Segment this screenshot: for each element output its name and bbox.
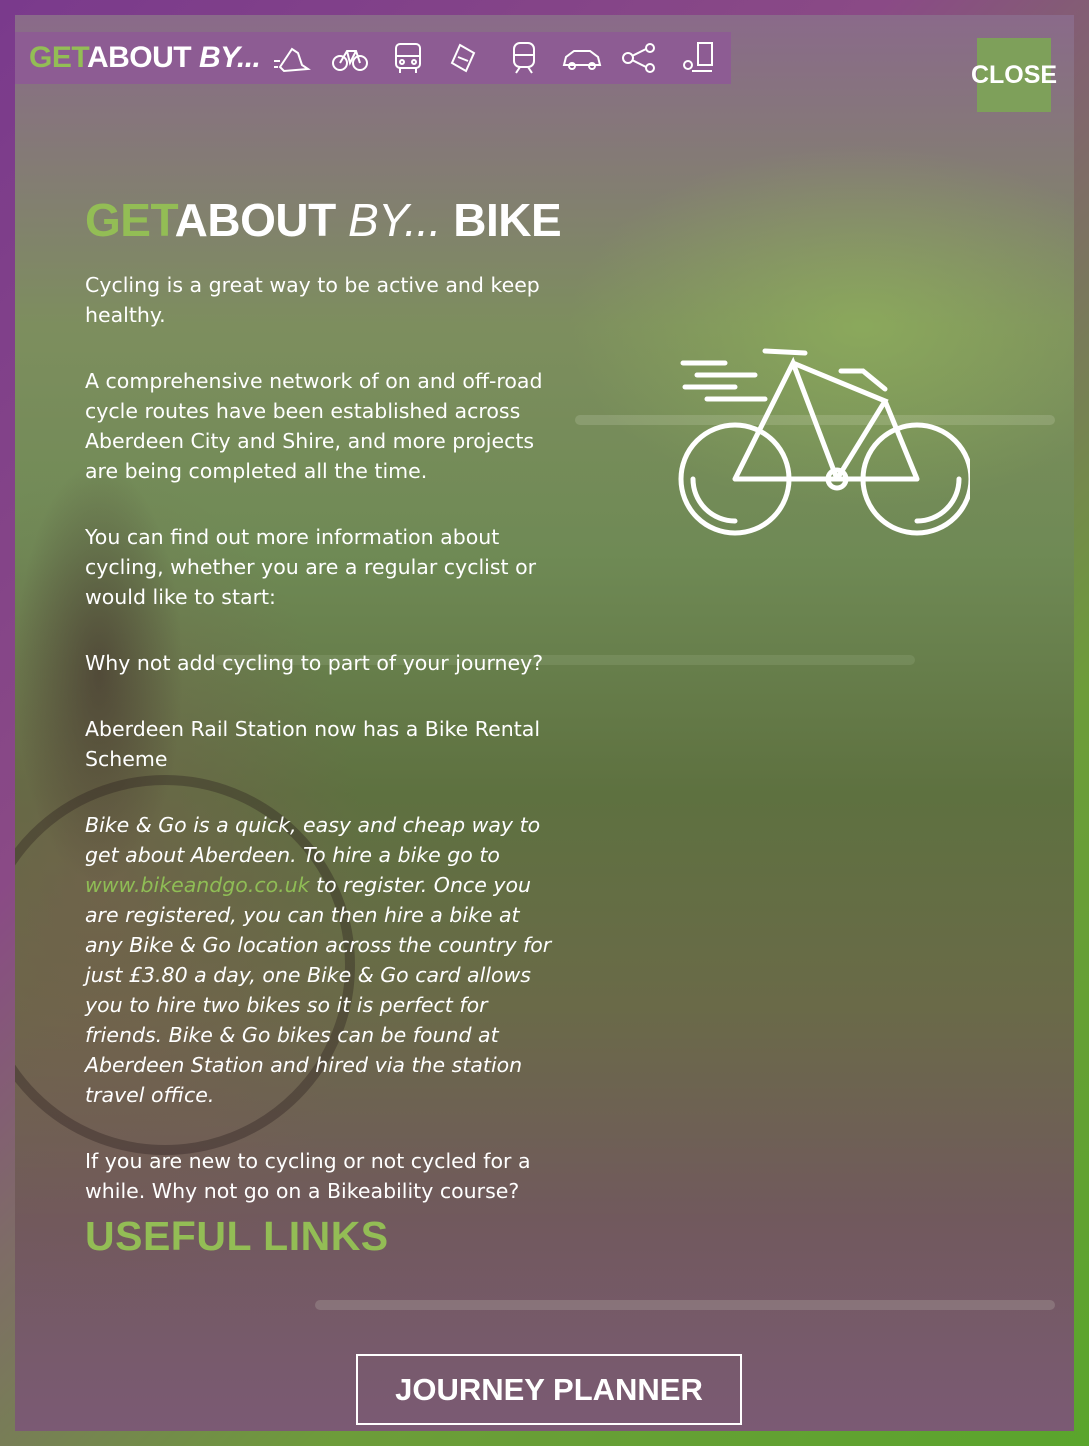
journey-planner-button[interactable]: JOURNEY PLANNER — [356, 1354, 742, 1425]
paragraph: You can find out more information about … — [85, 525, 537, 609]
paragraph: A comprehensive network of on and off-ro… — [85, 369, 543, 483]
paragraph: Aberdeen Rail Station now has a Bike Ren… — [85, 717, 541, 771]
mode-icons — [270, 38, 734, 78]
bikeability-paragraph: If you are new to cycling or not cycled … — [85, 1149, 531, 1203]
bus-icon[interactable] — [386, 38, 430, 78]
walking-icon[interactable] — [270, 38, 314, 78]
car-icon[interactable] — [560, 38, 604, 78]
motion-streak — [315, 1300, 1055, 1310]
close-button[interactable]: CLOSE — [971, 38, 1057, 112]
train-icon[interactable] — [502, 38, 546, 78]
bike-and-go-paragraph: Bike & Go is a quick, easy and cheap way… — [85, 813, 552, 1107]
paragraph: Why not add cycling to part of your jour… — [85, 651, 544, 675]
bikeandgo-link[interactable]: www.bikeandgo.co.uk — [85, 873, 310, 897]
ticket-icon[interactable] — [444, 38, 488, 78]
getabout-mode-bar: GETABOUT BY... — [15, 32, 731, 84]
paragraph: Cycling is a great way to be active and … — [85, 273, 540, 327]
share-icon[interactable] — [618, 38, 662, 78]
page-title: GETABOUT BY... BIKE — [85, 194, 562, 246]
bicycle-icon[interactable] — [328, 38, 372, 78]
getabout-logo[interactable]: GETABOUT BY... — [29, 41, 261, 75]
bicycle-icon — [678, 348, 970, 536]
modal-panel: GETABOUT BY... CLOSE GETABOUT BY... BIKE… — [15, 15, 1074, 1431]
location-icon[interactable] — [676, 38, 720, 78]
article-body: Cycling is a great way to be active and … — [85, 270, 555, 1242]
useful-links-heading: USEFUL LINKS — [85, 1213, 389, 1259]
